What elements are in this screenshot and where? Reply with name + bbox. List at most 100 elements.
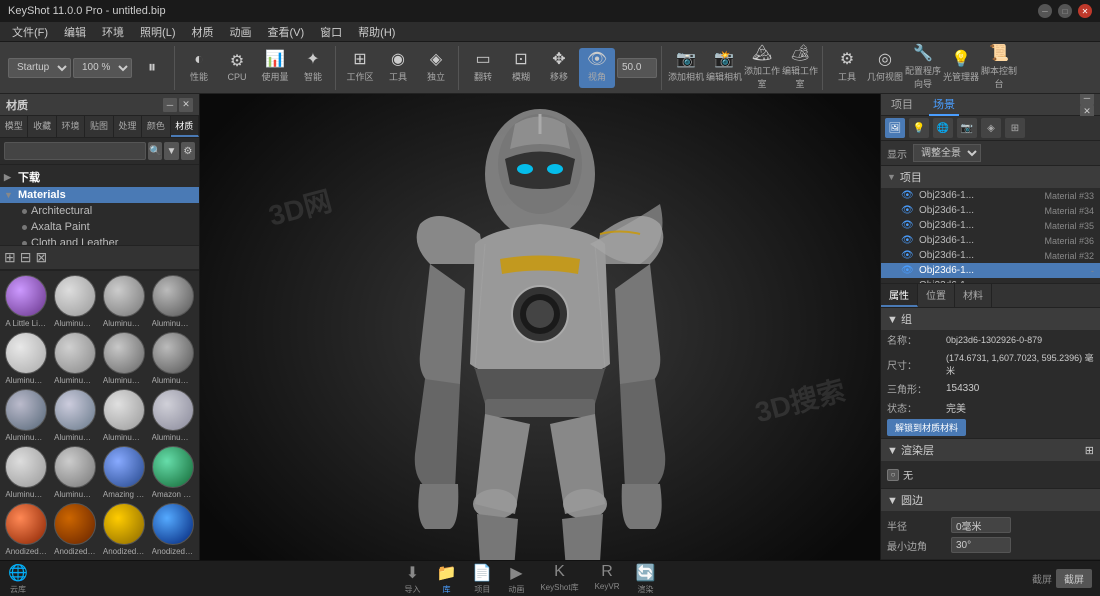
right-tab-scene[interactable]: 场景 [929,94,959,116]
bevel-section-header[interactable]: ▼ 圆边 [881,489,1100,511]
material-thumb-alum11[interactable]: Aluminum ... [150,389,195,442]
bottom-import-icon[interactable]: ⬇ 导入 [405,563,421,595]
zoom-select[interactable]: 100 % [73,58,132,78]
material-thumb-alum6[interactable]: Aluminum ... [102,332,147,385]
cpu-button[interactable]: ⚙ CPU [219,48,255,88]
material-thumb-alum3[interactable]: Aluminum ... [150,275,195,328]
geometry-section-header[interactable]: ▼ 项目 [881,166,1100,188]
bottom-keyvr-icon[interactable]: R KeyVR [595,563,620,595]
material-thumb-alum7[interactable]: Aluminum ... [150,332,195,385]
right-icon-tab-image[interactable]: 🖼 [885,118,905,138]
right-icon-tab-lighting[interactable]: 💡 [909,118,929,138]
geometry-view-button[interactable]: ◎ 几何视图 [867,48,903,88]
bevel-min-angle-input[interactable] [951,537,1011,553]
right-icon-tab-scene[interactable]: ⊞ [1005,118,1025,138]
show-select[interactable]: 调整全景 [913,144,981,162]
material-thumb-alum12[interactable]: Aluminum ... [4,446,49,499]
edit-studio-button[interactable]: 🏕 编辑工作室 [782,48,818,88]
menu-edit[interactable]: 编辑 [56,22,94,42]
tab-texture[interactable]: 贴图 [85,116,113,137]
material-thumb-alum4[interactable]: Aluminum ... [4,332,49,385]
material-thumb-alum9[interactable]: Aluminum ... [53,389,98,442]
tree-item-materials[interactable]: ▼Materials [0,187,199,203]
scene-item-3[interactable]: 👁 Obj23d6-1... Material #35 [881,218,1100,233]
blur-button[interactable]: ⊡ 模糊 [503,48,539,88]
screenshot-button[interactable]: 截屏 [1056,569,1092,588]
bottom-keyshotipr-icon[interactable]: K KeyShot库 [540,563,578,595]
prop-tab-position[interactable]: 位置 [918,284,955,307]
tab-env[interactable]: 环境 [57,116,85,137]
right-icon-tab-material[interactable]: ◈ [981,118,1001,138]
right-tab-project[interactable]: 项目 [887,94,917,116]
material-thumb-alum8[interactable]: Aluminum ... [4,389,49,442]
maximize-button[interactable]: □ [1058,4,1072,18]
prop-tab-attributes[interactable]: 属性 [881,284,918,307]
menu-environment[interactable]: 环境 [94,22,132,42]
add-camera-button[interactable]: 📷 添加相机 [668,48,704,88]
usage-button[interactable]: 📊 使用量 [257,48,293,88]
tab-favorites[interactable]: 收藏 [28,116,56,137]
tab-material[interactable]: 材质 [171,116,199,137]
workspace-button[interactable]: ⊞ 工作区 [342,48,378,88]
unlock-material-button[interactable]: 解锁到材质材料 [887,419,966,436]
settings-button[interactable]: ⚙ [181,142,195,160]
viewport[interactable]: 3D网 3D搜索 [200,94,880,560]
tree-sub-axalta[interactable]: Axalta Paint [0,219,199,235]
search-input[interactable] [4,142,146,160]
scene-item-4[interactable]: 👁 Obj23d6-1... Material #36 [881,233,1100,248]
panel-close-button[interactable]: ✕ [179,98,193,112]
performance-button[interactable]: ◐ 性能 [181,48,217,88]
value-input[interactable] [617,58,657,78]
search-button[interactable]: 🔍 [148,142,162,160]
material-thumb-anod4[interactable]: Anodized ... [150,503,195,556]
bottom-render-icon[interactable]: 🔄 渲染 [636,563,656,595]
scene-item-6[interactable]: 👁 Obj23d6-1... - [881,263,1100,278]
tab-color[interactable]: 颜色 [142,116,170,137]
menu-lighting[interactable]: 照明(L) [132,22,183,42]
menu-help[interactable]: 帮助(H) [350,22,403,42]
right-panel-pin-button[interactable]: ─ [1080,94,1094,105]
menu-animation[interactable]: 动画 [222,22,260,42]
render-layer-header[interactable]: ▼ 渲染层 ⊞ [881,439,1100,461]
material-thumb-anod3[interactable]: Anodized ... [102,503,147,556]
bottom-cloud-icon[interactable]: 🌐 云库 [8,563,28,595]
add-studio-button[interactable]: 🏔 添加工作室 [744,48,780,88]
grid-small-icon[interactable]: ⊞ [4,249,16,266]
tab-model[interactable]: 模型 [0,116,28,137]
menu-file[interactable]: 文件(F) [4,22,56,42]
bottom-project-icon[interactable]: 📄 项目 [472,563,492,595]
render-layer-add-icon[interactable]: ⊞ [1085,444,1094,457]
scene-item-1[interactable]: 👁 Obj23d6-1... Material #33 [881,188,1100,203]
viewport-canvas[interactable]: 3D网 3D搜索 [200,94,880,560]
right-icon-tab-camera[interactable]: 📷 [957,118,977,138]
tools-button[interactable]: ◉ 工具 [380,48,416,88]
script-console-button[interactable]: 📜 脚本控制台 [981,48,1017,88]
minimize-button[interactable]: ─ [1038,4,1052,18]
flip-button[interactable]: ▭ 翻转 [465,48,501,88]
right-icon-tab-environment[interactable]: 🌐 [933,118,953,138]
material-thumb-alum10[interactable]: Aluminum ... [102,389,147,442]
bevel-radius-input[interactable] [951,517,1011,533]
filter-button[interactable]: ▼ [164,142,178,160]
material-thumb-alum2[interactable]: Aluminum ... [102,275,147,328]
scene-item-5[interactable]: 👁 Obj23d6-1... Material #32 [881,248,1100,263]
close-button[interactable]: ✕ [1078,4,1092,18]
material-thumb-alum13[interactable]: Aluminum ... [53,446,98,499]
edit-camera-button[interactable]: 📸 编辑相机 [706,48,742,88]
material-thumb-anod2[interactable]: Anodized ... [53,503,98,556]
object-group-header[interactable]: ▼ 组 [881,308,1100,330]
standalone-button[interactable]: ◈ 独立 [418,48,454,88]
material-thumb-alum5[interactable]: Aluminum ... [53,332,98,385]
material-thumb-amazing[interactable]: Amazing G... [102,446,147,499]
bottom-library-icon[interactable]: 📁 库 [437,563,457,595]
grid-large-icon[interactable]: ⊠ [35,249,47,266]
material-thumb-alum1[interactable]: Aluminum ... [53,275,98,328]
material-thumb-amazon[interactable]: Amazon M... [150,446,195,499]
view-button[interactable]: 👁 视角 [579,48,615,88]
scene-item-2[interactable]: 👁 Obj23d6-1... Material #34 [881,203,1100,218]
grid-medium-icon[interactable]: ⊟ [20,249,32,266]
tab-process[interactable]: 处理 [114,116,142,137]
prop-tab-material[interactable]: 材料 [955,284,992,307]
menu-window[interactable]: 窗口 [312,22,350,42]
light-manager-button[interactable]: 💡 光管理器 [943,48,979,88]
